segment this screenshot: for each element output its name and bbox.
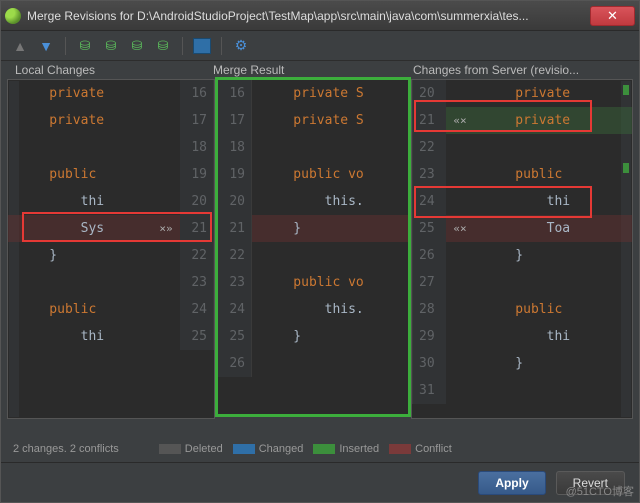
code-line[interactable]: 21 } [218, 215, 408, 242]
compare-mode-icon[interactable] [193, 38, 211, 54]
code-line[interactable]: 19 public vo [218, 161, 408, 188]
conflict-swatch [389, 444, 411, 454]
code-line[interactable]: 24 this. [218, 296, 408, 323]
local-label: Local Changes [15, 63, 213, 77]
deleted-swatch [159, 444, 181, 454]
toolbar: ▲ ▼ ⛁ ⛁ ⛁ ⛁ ⚙ [1, 31, 639, 61]
apply-right-icon[interactable]: ⛁ [102, 37, 120, 55]
code-line[interactable]: private 17 [8, 107, 214, 134]
code-line[interactable]: Sys×»21 [8, 215, 214, 242]
titlebar[interactable]: Merge Revisions for D:\AndroidStudioProj… [1, 1, 639, 31]
merge-marker-icon[interactable]: ×» [152, 215, 180, 242]
code-line[interactable]: 22 [412, 134, 632, 161]
server-label: Changes from Server (revisio... [413, 63, 629, 77]
code-line[interactable]: 29 thi [412, 323, 632, 350]
code-line[interactable]: thi20 [8, 188, 214, 215]
code-line[interactable]: 22 [218, 242, 408, 269]
code-line[interactable]: 23 public vo [218, 269, 408, 296]
code-line[interactable]: public 19 [8, 161, 214, 188]
inserted-swatch [313, 444, 335, 454]
code-line[interactable]: 26 [218, 350, 408, 377]
code-line[interactable]: 27 [412, 269, 632, 296]
app-icon [5, 8, 21, 24]
code-line[interactable]: 30 } [412, 350, 632, 377]
merge-window: Merge Revisions for D:\AndroidStudioProj… [0, 0, 640, 503]
merge-marker-icon[interactable]: «× [446, 107, 474, 134]
code-line[interactable]: 17 private S [218, 107, 408, 134]
changed-swatch [233, 444, 255, 454]
code-line[interactable]: 16 private S [218, 80, 408, 107]
diff-panes: private 16 private 1718 public 19 thi20 … [1, 79, 639, 436]
separator [182, 37, 183, 55]
code-line[interactable]: 25 } [218, 323, 408, 350]
code-line[interactable]: 21«× private [412, 107, 632, 134]
merge-label: Merge Result [213, 63, 413, 77]
apply-button[interactable]: Apply [478, 471, 545, 495]
separator [65, 37, 66, 55]
code-line[interactable]: 20 this. [218, 188, 408, 215]
code-line[interactable]: 23 public [412, 161, 632, 188]
footer: Apply Revert [1, 462, 639, 502]
watermark: @51CTO博客 [566, 483, 634, 499]
legend-bar: 2 changes. 2 conflicts Deleted Changed I… [1, 436, 639, 462]
code-line[interactable]: 18 [218, 134, 408, 161]
close-button[interactable]: ✕ [590, 6, 635, 26]
apply-left-icon[interactable]: ⛁ [76, 37, 94, 55]
status-text: 2 changes. 2 conflicts [13, 443, 119, 455]
merge-pane[interactable]: 16 private S17 private S1819 public vo20… [215, 77, 411, 417]
separator [221, 37, 222, 55]
code-line[interactable]: 25«× Toa [412, 215, 632, 242]
apply-none-icon[interactable]: ⛁ [154, 37, 172, 55]
code-line[interactable]: public 24 [8, 296, 214, 323]
code-line[interactable]: 28 public [412, 296, 632, 323]
apply-both-icon[interactable]: ⛁ [128, 37, 146, 55]
code-line[interactable]: 23 [8, 269, 214, 296]
local-pane[interactable]: private 16 private 1718 public 19 thi20 … [7, 79, 215, 419]
code-line[interactable]: 31 [412, 377, 632, 404]
window-title: Merge Revisions for D:\AndroidStudioProj… [27, 9, 590, 23]
code-line[interactable]: 26 } [412, 242, 632, 269]
merge-marker-icon[interactable]: «× [446, 215, 474, 242]
settings-icon[interactable]: ⚙ [232, 37, 250, 55]
prev-diff-icon[interactable]: ▲ [11, 37, 29, 55]
next-diff-icon[interactable]: ▼ [37, 37, 55, 55]
code-line[interactable]: 24 thi [412, 188, 632, 215]
server-pane[interactable]: 20 private21«× private2223 public24 thi2… [411, 79, 633, 419]
code-line[interactable]: }22 [8, 242, 214, 269]
code-line[interactable]: 18 [8, 134, 214, 161]
code-line[interactable]: private 16 [8, 80, 214, 107]
code-line[interactable]: thi25 [8, 323, 214, 350]
code-line[interactable]: 20 private [412, 80, 632, 107]
